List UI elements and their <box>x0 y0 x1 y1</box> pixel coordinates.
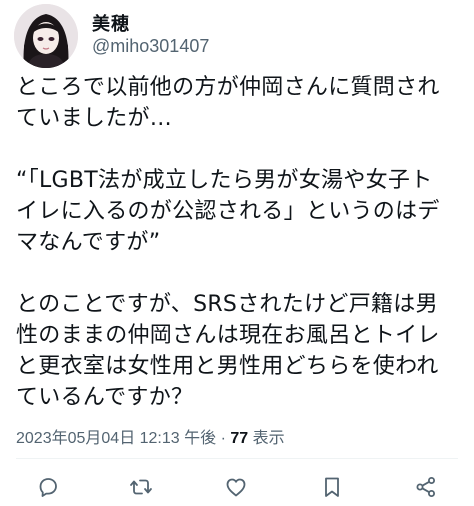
user-handle[interactable]: @miho301407 <box>92 36 209 57</box>
retweet-icon <box>130 479 152 495</box>
tweet-line: ところで以前他の方が仲岡さんに質問され <box>16 75 440 100</box>
divider <box>16 458 458 459</box>
share-icon <box>416 477 435 497</box>
share-button[interactable] <box>411 472 441 502</box>
tweet-paragraph: ところで以前他の方が仲岡さんに質問され ていましたが… <box>16 72 462 134</box>
like-button[interactable] <box>221 472 251 502</box>
heart-icon <box>226 478 246 497</box>
tweet-line: イレに入るのが公認される」というのはデ <box>16 199 440 224</box>
meta-separator: · <box>216 430 231 447</box>
tweet-meta: 2023年05月04日 12:13 午後 · 77 表示 <box>16 424 285 448</box>
tweet-line: と更衣室は女性用と男性用どちらを使われ <box>16 354 439 379</box>
avatar[interactable] <box>14 4 78 68</box>
tweet-card: 美穂 @miho301407 ところで以前他の方が仲岡さんに質問され ていました… <box>0 0 474 506</box>
views-label: 表示 <box>248 430 285 447</box>
tweet-line: “「LGBT法が成立したら男が女湯や女子ト <box>16 168 433 193</box>
tweet-line: ていましたが… <box>16 106 173 131</box>
bookmark-button[interactable] <box>317 472 347 502</box>
tweet-paragraph: とのことですが、SRSされたけど戸籍は男 性のままの仲岡さんは現在お風呂とトイレ… <box>16 289 462 413</box>
tweet-paragraph: “「LGBT法が成立したら男が女湯や女子ト イレに入るのが公認される」というのは… <box>16 165 462 258</box>
action-bar <box>0 472 474 502</box>
avatar-illustration <box>14 4 78 68</box>
bookmark-icon <box>325 477 339 497</box>
reply-icon <box>39 478 57 497</box>
tweet-line: とのことですが、SRSされたけど戸籍は男 <box>16 292 438 317</box>
views-count[interactable]: 77 <box>230 430 248 447</box>
display-name[interactable]: 美穂 <box>92 10 130 36</box>
reply-button[interactable] <box>33 472 63 502</box>
retweet-button[interactable] <box>126 472 156 502</box>
tweet-text: ところで以前他の方が仲岡さんに質問され ていましたが… “「LGBT法が成立した… <box>16 72 462 413</box>
tweet-line: 性のままの仲岡さんは現在お風呂とトイレ <box>16 323 440 348</box>
timestamp[interactable]: 2023年05月04日 12:13 午後 <box>16 430 216 447</box>
tweet-line: ているんですか？ <box>16 385 194 410</box>
tweet-line: マなんですが” <box>16 230 161 255</box>
